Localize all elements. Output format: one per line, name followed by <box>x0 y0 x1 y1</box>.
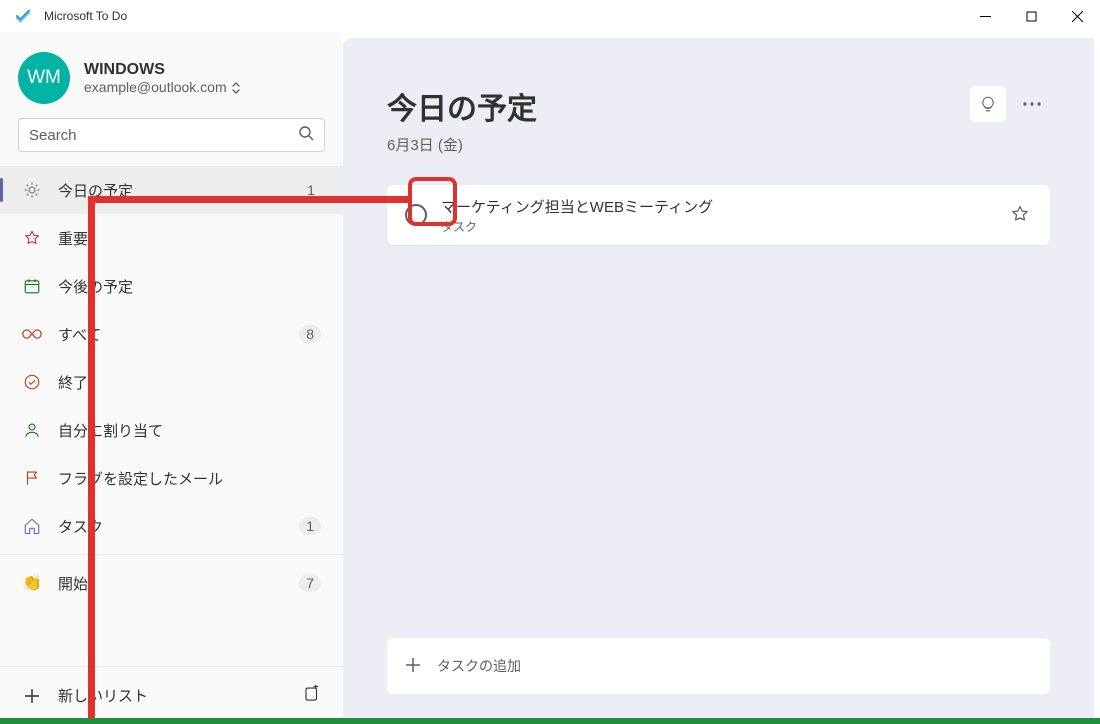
chevron-updown-icon <box>231 81 241 93</box>
nav-tasks[interactable]: タスク 1 <box>0 502 343 550</box>
app-title: Microsoft To Do <box>44 9 127 23</box>
app-icon <box>14 7 32 25</box>
add-task-placeholder: タスクの追加 <box>437 656 521 676</box>
task-row[interactable]: マーケティング担当とWEBミーティング タスク <box>387 185 1050 245</box>
search-input[interactable]: Search <box>18 118 325 152</box>
nav-badge: 7 <box>299 574 321 592</box>
task-star-button[interactable] <box>1010 204 1032 226</box>
home-icon <box>22 516 42 536</box>
suggestions-button[interactable] <box>970 86 1006 122</box>
task-subtitle: タスク <box>441 218 996 235</box>
divider <box>0 554 343 555</box>
search-icon <box>298 125 314 145</box>
account-name: WINDOWS <box>84 61 241 79</box>
list-item[interactable]: 👏 開始 7 <box>0 559 343 607</box>
new-group-icon[interactable] <box>303 685 321 707</box>
search-placeholder: Search <box>29 127 298 144</box>
list-options-button[interactable] <box>1014 86 1050 122</box>
nav-badge: 8 <box>299 325 321 343</box>
more-icon <box>1023 102 1041 106</box>
nav-assigned[interactable]: 自分に割り当て <box>0 406 343 454</box>
nav-list: 今日の予定 1 重要 今後の予定 <box>0 166 343 666</box>
clap-emoji-icon: 👏 <box>22 573 42 593</box>
check-circle-icon <box>22 372 42 392</box>
maximize-button[interactable] <box>1008 0 1054 32</box>
nav-badge: 1 <box>301 182 321 198</box>
account-switcher[interactable]: WM WINDOWS example@outlook.com <box>0 42 343 118</box>
star-icon <box>22 228 42 248</box>
plus-icon <box>22 686 42 706</box>
plus-icon <box>405 657 421 676</box>
infinity-icon <box>22 324 42 344</box>
account-email: example@outlook.com <box>84 79 241 95</box>
avatar: WM <box>18 52 70 104</box>
page-date: 6月3日 (金) <box>387 134 970 155</box>
title-bar: Microsoft To Do <box>0 0 1100 32</box>
task-complete-checkbox[interactable] <box>405 204 427 226</box>
nav-planned[interactable]: 今後の予定 <box>0 262 343 310</box>
flag-icon <box>22 468 42 488</box>
lightbulb-icon <box>979 95 997 113</box>
nav-all[interactable]: すべて 8 <box>0 310 343 358</box>
new-list-button[interactable]: 新しいリスト <box>0 666 343 724</box>
nav-badge: 1 <box>299 517 321 535</box>
person-icon <box>22 420 42 440</box>
sun-icon <box>22 180 42 200</box>
nav-my-day[interactable]: 今日の予定 1 <box>0 166 343 214</box>
task-title: マーケティング担当とWEBミーティング <box>441 196 996 217</box>
nav-important[interactable]: 重要 <box>0 214 343 262</box>
nav-completed[interactable]: 終了 <box>0 358 343 406</box>
minimize-button[interactable] <box>962 0 1008 32</box>
calendar-icon <box>22 276 42 296</box>
close-button[interactable] <box>1054 0 1100 32</box>
page-title: 今日の予定 <box>387 84 970 128</box>
nav-flagged[interactable]: フラグを設定したメール <box>0 454 343 502</box>
main-panel: 今日の予定 6月3日 (金) マーケティング担当とWEBミーティング <box>343 38 1094 718</box>
add-task-input[interactable]: タスクの追加 <box>387 638 1050 694</box>
sidebar: WM WINDOWS example@outlook.com Search <box>0 32 343 724</box>
